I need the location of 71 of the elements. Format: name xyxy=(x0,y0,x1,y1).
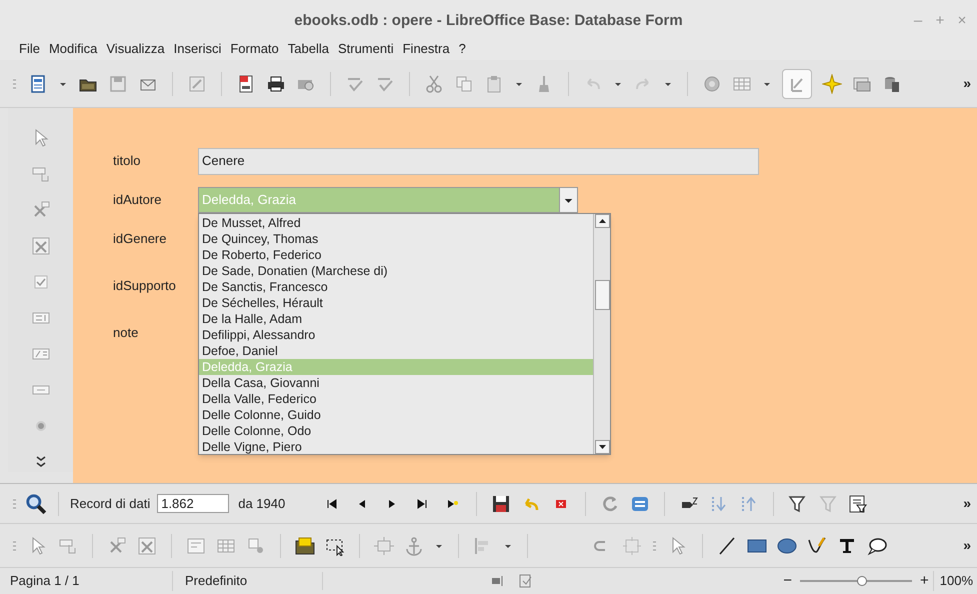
form-design-icon[interactable] xyxy=(30,236,50,256)
list-item[interactable]: Defilippi, Alessandro xyxy=(199,327,593,343)
list-item[interactable]: Della Valle, Federico xyxy=(199,391,593,407)
field-label: idGenere xyxy=(113,230,168,248)
search-icon[interactable] xyxy=(25,492,47,514)
ellipse-icon[interactable] xyxy=(777,536,797,556)
checks-icon[interactable] xyxy=(246,536,266,556)
record-label: Record di dati xyxy=(70,494,150,513)
overflow-chevron[interactable]: » xyxy=(963,73,971,94)
menu-item[interactable]: Finestra xyxy=(402,39,450,59)
menu-item[interactable]: Inserisci xyxy=(174,39,222,59)
edit-icon[interactable] xyxy=(187,74,207,94)
overflow-chevron[interactable]: » xyxy=(963,493,971,514)
list-item[interactable]: Della Casa, Giovanni xyxy=(199,375,593,391)
callout-icon[interactable] xyxy=(867,536,887,556)
properties-icon[interactable] xyxy=(186,536,206,556)
line-icon[interactable] xyxy=(717,536,737,556)
menu-item[interactable]: ? xyxy=(458,39,466,59)
zoom-out-button[interactable]: − xyxy=(779,570,796,592)
menu-item[interactable]: Visualizza xyxy=(106,39,165,59)
record-total: da 1940 xyxy=(238,494,286,513)
window-title: ebooks.odb : opere - LibreOffice Base: Database Form xyxy=(294,12,683,29)
zoom-slider[interactable] xyxy=(800,575,912,587)
list-item[interactable]: Delle Vigne, Piero xyxy=(199,439,593,455)
document-modified-icon xyxy=(518,574,534,588)
menu-item[interactable]: Tabella xyxy=(288,39,329,59)
menu-item[interactable]: Strumenti xyxy=(338,39,394,59)
filter-icon[interactable] xyxy=(818,494,838,514)
list-item[interactable]: Defoe, Daniel xyxy=(199,343,593,359)
field-label: idAutore xyxy=(113,191,162,210)
page-style: Predefinito xyxy=(172,571,322,591)
design-mode-button[interactable] xyxy=(782,68,812,98)
zoom-level: 100% xyxy=(932,571,977,591)
list-item[interactable]: De Musset, Alfred xyxy=(199,215,593,231)
menu-item[interactable]: Formato xyxy=(230,39,279,59)
copy-icon[interactable] xyxy=(454,74,474,94)
overflow-chevron[interactable]: » xyxy=(963,535,971,556)
list-item[interactable]: De Sanctis, Francesco xyxy=(199,279,593,295)
record-field[interactable]: 1.862 xyxy=(157,494,230,513)
field-label: idSupporto xyxy=(113,277,177,296)
form-filter-icon[interactable] xyxy=(848,494,868,514)
pen-icon[interactable] xyxy=(807,536,827,556)
list-item[interactable]: De Sade, Donatien (Marchese di) xyxy=(199,263,593,279)
zoom-thumb[interactable] xyxy=(856,576,867,586)
list-item[interactable]: De Roberto, Federico xyxy=(199,247,593,263)
page-status: Pagina 1 / 1 xyxy=(9,572,80,590)
star-icon[interactable] xyxy=(822,74,842,94)
list-item[interactable]: Delle Colonne, Guido xyxy=(199,407,593,423)
zoom-in-button[interactable]: + xyxy=(916,570,933,592)
menu-item[interactable]: File xyxy=(19,39,40,59)
text-field[interactable]: Cenere xyxy=(198,148,759,174)
list-item[interactable]: De la Halle, Adam xyxy=(199,311,593,327)
field-label: note xyxy=(113,324,140,342)
printer-icon[interactable] xyxy=(266,74,286,94)
scroll-thumb[interactable] xyxy=(594,280,610,310)
list-item[interactable]: De Séchelles, Hérault xyxy=(199,295,593,311)
form-design-icon[interactable] xyxy=(137,536,157,556)
save-record-icon[interactable] xyxy=(491,494,512,514)
scrollbar[interactable] xyxy=(593,214,610,454)
box-icon[interactable] xyxy=(622,536,642,556)
scissors-icon[interactable] xyxy=(424,74,444,94)
anchor-icon[interactable] xyxy=(404,536,424,556)
frame-icon[interactable] xyxy=(374,536,394,556)
list-item[interactable]: Delle Colonne, Odo xyxy=(199,423,593,439)
scroll-down-icon[interactable] xyxy=(594,440,610,454)
scroll-up-icon[interactable] xyxy=(594,214,610,228)
folder-icon[interactable] xyxy=(295,536,315,556)
menu-item[interactable]: Modifica xyxy=(48,39,98,59)
save-icon[interactable] xyxy=(108,74,128,94)
field-label: titolo xyxy=(113,152,142,170)
list-item[interactable]: De Quincey, Thomas xyxy=(199,231,593,247)
